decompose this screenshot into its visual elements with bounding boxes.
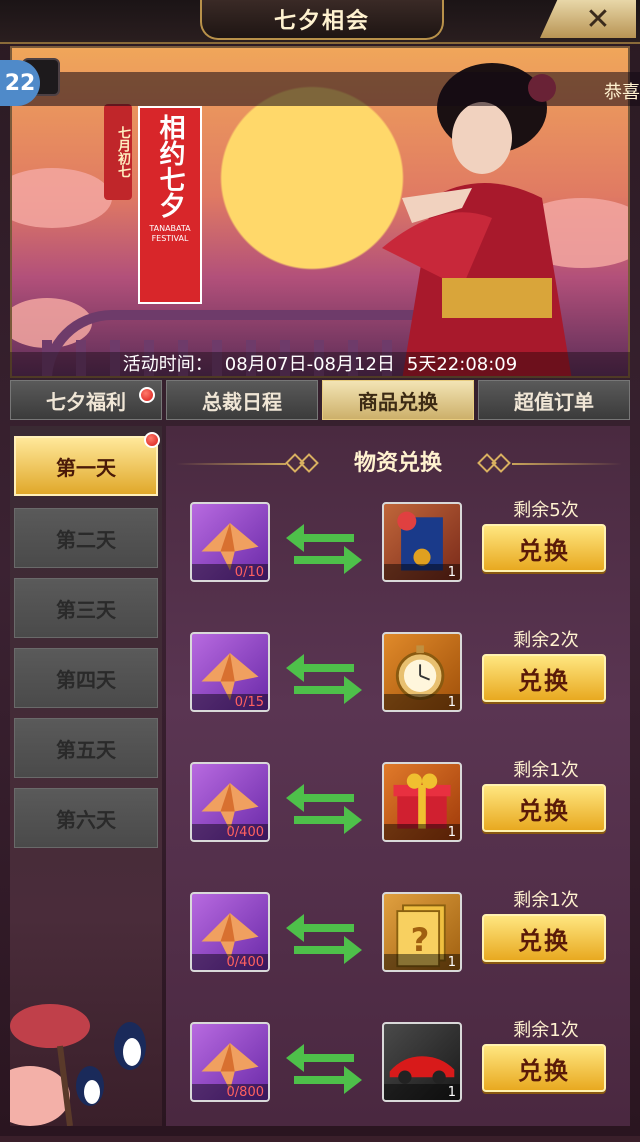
day-label: 第五天 <box>56 737 116 762</box>
close-button[interactable]: ✕ <box>540 0 636 38</box>
day-sidebar: 第一天 第二天 第三天 第四天 第五天 第六天 <box>10 426 162 1126</box>
tab-qixi-welfare[interactable]: 七夕福利 <box>10 380 162 420</box>
tab-ceo-schedule[interactable]: 总裁日程 <box>166 380 318 420</box>
tab-label: 七夕福利 <box>46 389 126 414</box>
remaining-count: 剩余1次 <box>513 890 579 911</box>
day-label: 第六天 <box>56 807 116 832</box>
cloud-decoration <box>12 168 112 228</box>
window-title: 七夕相会 <box>200 0 444 40</box>
day-button-4[interactable]: 第四天 <box>14 648 158 708</box>
reward-quantity: 1 <box>447 1085 456 1100</box>
day-label: 第三天 <box>56 597 116 622</box>
day-button-3[interactable]: 第三天 <box>14 578 158 638</box>
day-button-1[interactable]: 第一天 <box>14 432 160 496</box>
title-bar: 七夕相会 ✕ <box>0 0 640 44</box>
paper-crane-item[interactable]: 0/400 <box>190 762 270 842</box>
activity-countdown: 5天22:08:09 <box>406 354 518 375</box>
divider <box>512 463 622 465</box>
item-cost: 0/800 <box>226 1085 264 1100</box>
day-button-2[interactable]: 第二天 <box>14 508 158 568</box>
day-label: 第二天 <box>56 527 116 552</box>
tab-item-exchange[interactable]: 商品兑换 <box>322 380 474 420</box>
exchange-arrows-icon <box>286 524 362 574</box>
exchange-row: 0/400 ? 1 剩余1次 兑换 <box>166 882 630 1012</box>
item-cost: 0/400 <box>226 825 264 840</box>
notification-dot <box>139 387 155 403</box>
exchange-arrows-icon <box>286 784 362 834</box>
day-label: 第一天 <box>56 455 116 480</box>
exchange-panel: 物资兑换 0/10 1 剩余5次 兑换 0/15 1 剩余2次 兑换 0/400… <box>166 426 630 1126</box>
day-label: 第四天 <box>56 667 116 692</box>
date-tag: 七月初七 <box>104 104 132 200</box>
exchange-button[interactable]: 兑换 <box>482 914 606 962</box>
announcement-bar: 恭喜 <box>10 72 640 106</box>
exchange-button[interactable]: 兑换 <box>482 524 606 572</box>
paper-crane-item[interactable]: 0/400 <box>190 892 270 972</box>
reward-quantity: 1 <box>447 695 456 710</box>
exchange-button[interactable]: 兑换 <box>482 1044 606 1092</box>
paper-crane-item[interactable]: 0/10 <box>190 502 270 582</box>
tab-value-orders[interactable]: 超值订单 <box>478 380 630 420</box>
reward-item[interactable]: 1 <box>382 1022 462 1102</box>
notification-dot <box>144 432 160 448</box>
tab-label: 超值订单 <box>514 389 594 414</box>
festival-poster: 相约七夕 TANABATA FESTIVAL <box>138 106 202 304</box>
exchange-row: 0/400 1 剩余1次 兑换 <box>166 752 630 882</box>
remaining-count: 剩余1次 <box>513 760 579 781</box>
exchange-button[interactable]: 兑换 <box>482 654 606 702</box>
tab-label: 商品兑换 <box>358 389 438 414</box>
reward-item[interactable]: 1 <box>382 632 462 712</box>
exchange-arrows-icon <box>286 654 362 704</box>
exchange-row: 0/10 1 剩余5次 兑换 <box>166 492 630 622</box>
poster-title: 相约七夕 <box>155 114 185 218</box>
activity-time-bar: 活动时间： 08月07日-08月12日 5天22:08:09 <box>10 352 630 378</box>
exchange-arrows-icon <box>286 1044 362 1094</box>
item-cost: 0/400 <box>226 955 264 970</box>
reward-quantity: 1 <box>447 825 456 840</box>
activity-date-range: 08月07日-08月12日 <box>224 354 395 375</box>
day-button-5[interactable]: 第五天 <box>14 718 158 778</box>
tab-bar: 七夕福利 总裁日程 商品兑换 超值订单 <box>10 380 630 420</box>
day-button-6[interactable]: 第六天 <box>14 788 158 848</box>
reward-item[interactable]: 1 <box>382 762 462 842</box>
remaining-count: 剩余1次 <box>513 1020 579 1041</box>
tab-label: 总裁日程 <box>202 389 282 414</box>
exchange-row: 0/800 1 剩余1次 兑换 <box>166 1012 630 1142</box>
paper-crane-item[interactable]: 0/800 <box>190 1022 270 1102</box>
reward-quantity: 1 <box>447 955 456 970</box>
item-cost: 0/15 <box>234 695 264 710</box>
game-window: 七夕相会 ✕ 七月初七 相约七夕 TANABATA FESTIVAL 恭喜 22… <box>0 0 640 1136</box>
reward-item[interactable]: 1 <box>382 502 462 582</box>
activity-time-label: 活动时间： <box>122 354 213 375</box>
poster-subtitle: TANABATA FESTIVAL <box>149 224 191 243</box>
reward-quantity: 1 <box>447 565 456 580</box>
remaining-count: 剩余2次 <box>513 630 579 651</box>
exchange-arrows-icon <box>286 914 362 964</box>
section-header: 物资兑换 <box>166 446 630 482</box>
remaining-count: 剩余5次 <box>513 500 579 521</box>
magpie-tree-decoration <box>10 1004 146 1126</box>
exchange-row: 0/15 1 剩余2次 兑换 <box>166 622 630 752</box>
item-cost: 0/10 <box>234 565 264 580</box>
announcement-text: 恭喜 <box>604 82 640 103</box>
reward-item[interactable]: ? 1 <box>382 892 462 972</box>
exchange-button[interactable]: 兑换 <box>482 784 606 832</box>
paper-crane-item[interactable]: 0/15 <box>190 632 270 712</box>
